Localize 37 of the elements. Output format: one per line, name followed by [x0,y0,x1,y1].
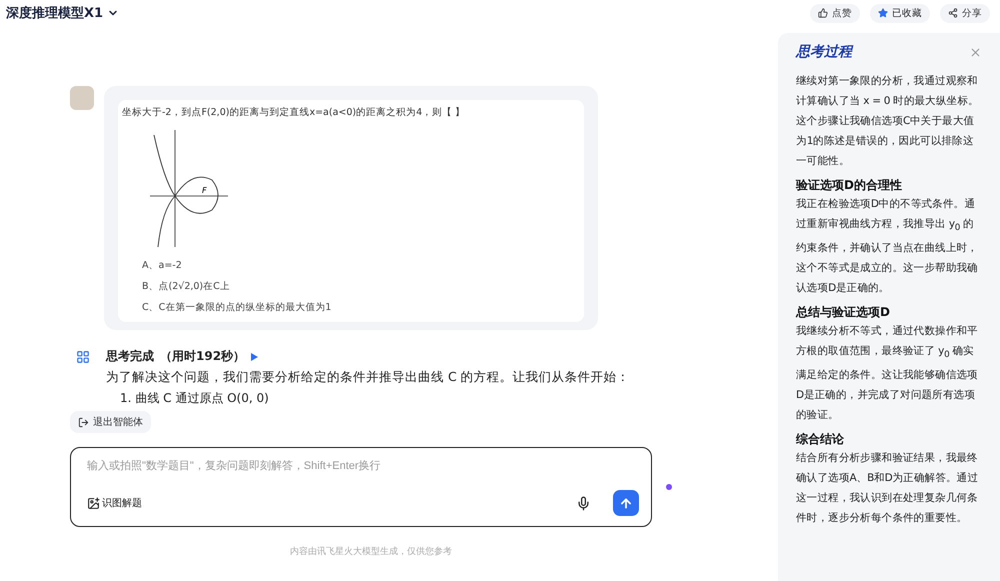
answer-option: C、C在第一象限的点的纵坐标的最大值为1 [142,301,580,314]
section-heading: 综合结论 [796,431,845,448]
image-solve-button[interactable]: 识图解题 [87,496,142,510]
grid-icon [76,350,90,364]
section-heading: 总结与验证选项D [796,304,891,322]
status-dot [666,484,672,490]
send-button[interactable] [613,490,640,516]
section-text: 我继续分析不等式，通过代数操作和平方根的取值范围，最终验证了 y$_{0}$ 确实满足给定的条件。这让我能够确信选项D是正确的，并完成了对问题所有选项的验证。 [796,324,979,424]
chat-input[interactable]: 输入或拍照"数学题目"，复杂问题即刻解答，Shift+Enter换行 识图解题 [70,447,652,527]
user-avatar [70,86,94,110]
answer-option: B、点(2√2,0)在C上 [142,280,580,293]
answer-option: A、a=-2 [142,259,580,272]
model-selector[interactable]: 深度推理模型X1 [6,4,120,22]
action-button[interactable]: 分享 [940,4,990,22]
share-icon [948,8,958,18]
disclaimer-text: 内容由讯飞星火大模型生成，仅供您参考 [290,546,452,558]
play-icon[interactable] [251,352,258,360]
section-text: 结合所有分析步骤和验证结果，我最终确认了选项A、B和D为正确解答。通过这一过程，我认识到在处理复杂几何条件时，逐步分析每个条件的重要性。 [796,451,980,526]
action-button[interactable]: 点赞 [810,4,860,22]
thumbs-up-icon [818,8,828,18]
section-heading: 验证选项D的合理性 [796,177,903,194]
panel-title: 思考过程 [796,43,852,61]
answer-text: 为了解决这个问题，我们需要分析给定的条件并推导出曲线 C 的方程。让我们从条件开始： [106,369,631,386]
section-text: 我正在检验选项D中的不等式条件。通过重新审视曲线方程，我推导出 y$_{0}$ 的约束条件，并确认了当点在曲线上时，这个不等式是成立的。这一步帮助我确认选项D是正确的。 [796,197,979,296]
exit-icon [78,416,89,428]
star-icon [878,8,888,18]
close-icon[interactable] [969,46,982,58]
image-icon [87,496,100,510]
answer-step: 1. 曲线 C 通过原点 O(0, 0) [120,390,672,407]
exit-agent-button[interactable]: 退出智能体 [70,411,151,433]
duration-text: （用时192秒） [160,348,246,365]
section-text: 继续对第一象限的分析，我通过观察和计算确认了当 x = 0 时的最大纵坐标。这个步骤让我确信选项C中关于最大值为1的陈述是错误的，因此可以排除这一可能性。 [796,74,980,169]
status-text: 思考完成 [106,348,154,365]
curve-graph-drawing: F [142,125,242,251]
question-text: 坐标大于-2，到点F(2,0)的距离与到定直线x=a(a<0)的距离之积为4，则【 】 [122,106,466,119]
microphone-icon[interactable] [576,496,592,510]
action-button[interactable]: 已收藏 [870,4,930,22]
